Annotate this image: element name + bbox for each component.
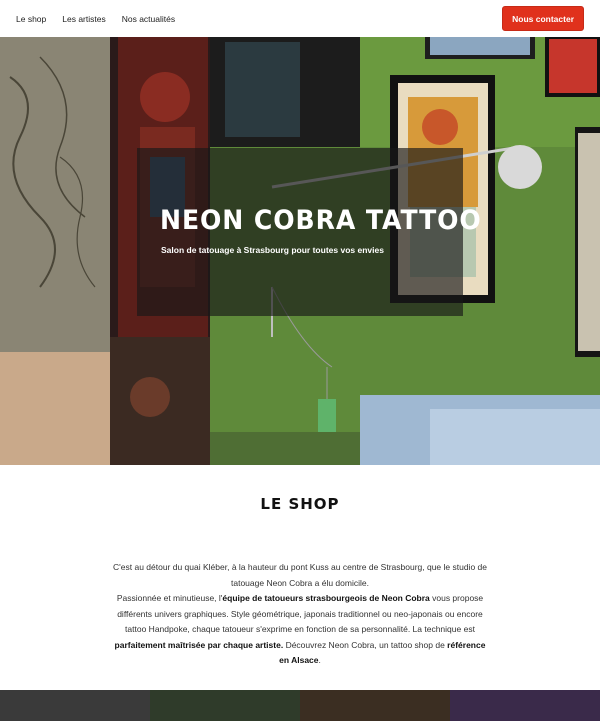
hero-subtitle: Salon de tatouage à Strasbourg pour tout…: [161, 245, 384, 255]
p2-text-e: Découvrez Neon Cobra, un tattoo shop de: [283, 639, 448, 650]
nav-links: Le shop Les artistes Nos actualités: [0, 14, 191, 24]
nav-link-artists[interactable]: Les artistes: [62, 14, 105, 24]
gallery-image-2[interactable]: [150, 690, 300, 721]
shop-paragraph-2: Passionnée et minutieuse, l'équipe de ta…: [110, 591, 490, 669]
p2-text-a: Passionnée et minutieuse, l': [116, 593, 223, 603]
hero-title: Neon Cobra Tattoo: [160, 205, 482, 236]
p2-strong-team: équipe de tatoueurs strasbourgeois de Ne…: [222, 593, 430, 603]
nav-link-shop[interactable]: Le shop: [16, 14, 46, 24]
contact-button[interactable]: Nous contacter: [502, 6, 584, 31]
hero-banner: Neon Cobra Tattoo Salon de tatouage à St…: [0, 37, 600, 465]
shop-description: C'est au détour du quai Kléber, à la hau…: [110, 560, 490, 669]
gallery-strip: [0, 690, 600, 721]
shop-paragraph-1: C'est au détour du quai Kléber, à la hau…: [113, 562, 487, 588]
top-navbar: Le shop Les artistes Nos actualités Nous…: [0, 0, 600, 37]
nav-link-news[interactable]: Nos actualités: [122, 14, 175, 24]
p2-strong-technique: parfaitement maîtrisée par chaque artist…: [114, 639, 284, 650]
section-title-shop: Le shop: [260, 495, 340, 513]
gallery-image-4[interactable]: [450, 690, 600, 721]
gallery-image-3[interactable]: [300, 690, 450, 721]
p2-text-g: .: [318, 655, 321, 665]
gallery-image-1[interactable]: [0, 690, 150, 721]
